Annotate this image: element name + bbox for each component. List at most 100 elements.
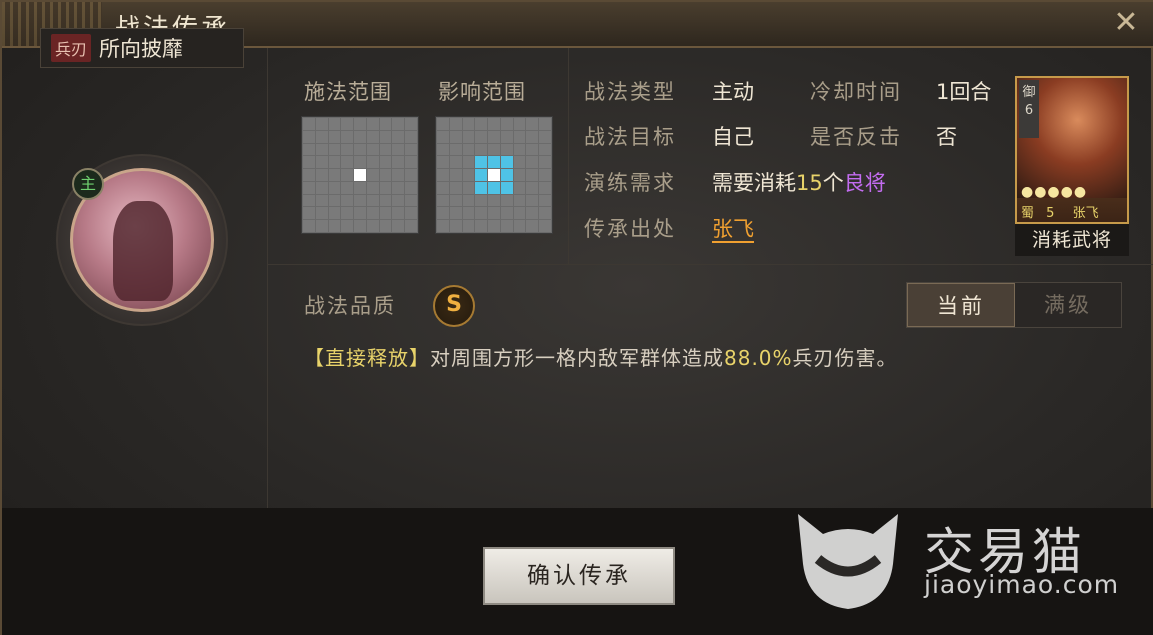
requirement-count: 15 (796, 171, 823, 195)
grid-cell (315, 130, 328, 143)
grid-cell (328, 194, 341, 207)
grid-cell (500, 181, 513, 194)
grid-cell (328, 156, 341, 169)
grid-cell (366, 156, 379, 169)
grid-cell (513, 118, 526, 130)
grid-cell (539, 156, 551, 169)
grid-cell (526, 156, 539, 169)
grid-cell (366, 220, 379, 232)
grid-cell (539, 181, 551, 194)
grid-cell (539, 207, 551, 220)
grid-cell (328, 143, 341, 156)
main-skill-badge: 主 (72, 168, 104, 200)
grid-cell (500, 156, 513, 169)
tab-current[interactable]: 当前 (907, 283, 1015, 327)
grid-cell (303, 118, 315, 130)
grid-cell (303, 169, 315, 181)
divider (268, 264, 1153, 265)
grid-cell (392, 194, 405, 207)
quality-label: 战法品质 (304, 294, 396, 318)
grid-cell (539, 143, 551, 156)
grid-cell (449, 156, 462, 169)
card-faction: 蜀 (1021, 206, 1035, 221)
grid-cell (379, 143, 392, 156)
card-info: 蜀 5 张飞 (1017, 202, 1127, 222)
grid-cell (462, 220, 475, 232)
grid-cell (341, 156, 354, 169)
grid-cell (437, 143, 449, 156)
quality-badge: S (433, 285, 475, 327)
grid-cell (488, 118, 500, 130)
grid-cell (449, 143, 462, 156)
tab-max-level[interactable]: 满级 (1015, 283, 1121, 327)
grid-cell (475, 143, 488, 156)
grid-cell (328, 130, 341, 143)
grid-cell (303, 181, 315, 194)
inherit-dialog: 战法传承 ✕ 兵刃 所向披靡 主 施法范围 影响范围 战法类型 主动 冷却时间 … (0, 0, 1153, 635)
grid-cell (500, 143, 513, 156)
grid-cell (341, 130, 354, 143)
grid-cell (405, 143, 417, 156)
grid-cell (437, 156, 449, 169)
skill-name: 所向披靡 (99, 37, 184, 61)
grid-cell (539, 169, 551, 181)
grid-cell (488, 220, 500, 232)
grid-cell (341, 194, 354, 207)
grid-cell (354, 194, 366, 207)
grid-cell (405, 207, 417, 220)
grid-cell (437, 118, 449, 130)
grid-cell (513, 194, 526, 207)
confirm-inherit-button[interactable]: 确认传承 (483, 547, 675, 605)
grid-cell (526, 169, 539, 181)
grid-cell (449, 181, 462, 194)
requirement-unit: 个 (822, 171, 844, 195)
warrior-silhouette-icon (113, 201, 173, 301)
grid-cell (526, 207, 539, 220)
grid-cell (392, 207, 405, 220)
card-def-label: 御 (1022, 85, 1036, 100)
source-hero-link[interactable]: 张飞 (712, 213, 754, 243)
card-caption: 消耗武将 (1015, 224, 1129, 256)
grid-cell (315, 194, 328, 207)
grid-cell (303, 156, 315, 169)
grid-cell (405, 220, 417, 232)
card-level: 6 (1024, 103, 1034, 118)
desc-tag: 【直接释放】 (304, 346, 430, 370)
grid-cell (354, 156, 366, 169)
grid-cell (392, 118, 405, 130)
grid-cell (354, 181, 366, 194)
grid-cell (405, 169, 417, 181)
divider (568, 48, 569, 264)
desc-pct: 88.0% (724, 346, 793, 370)
grid-cell (475, 130, 488, 143)
grid-cell (437, 207, 449, 220)
hero-card[interactable]: 御 6 ●●●●● 蜀 5 张飞 (1015, 76, 1129, 224)
grid-cell (488, 207, 500, 220)
grid-cell (539, 118, 551, 130)
grid-cell (449, 220, 462, 232)
effect-range-label: 影响范围 (438, 80, 526, 104)
grid-cell (513, 207, 526, 220)
grid-cell (475, 194, 488, 207)
skill-target-label: 战法目标 (584, 125, 676, 149)
skill-name-box: 兵刃 所向披靡 (40, 28, 244, 68)
grid-cell (303, 143, 315, 156)
requirement-label: 演练需求 (584, 171, 676, 195)
cast-range-grid (301, 116, 419, 234)
grid-cell (303, 220, 315, 232)
grid-cell (392, 181, 405, 194)
card-stars: ●●●●● (1021, 184, 1088, 200)
grid-cell (475, 156, 488, 169)
grid-cell (462, 207, 475, 220)
grid-cell (392, 156, 405, 169)
grid-cell (392, 143, 405, 156)
grid-cell (513, 130, 526, 143)
close-icon[interactable]: ✕ (1109, 6, 1143, 40)
counter-value: 否 (936, 125, 957, 149)
grid-cell (488, 194, 500, 207)
grid-cell (539, 194, 551, 207)
grid-cell (405, 130, 417, 143)
skill-type-label: 战法类型 (584, 80, 676, 104)
grid-cell (315, 169, 328, 181)
grid-cell (462, 143, 475, 156)
